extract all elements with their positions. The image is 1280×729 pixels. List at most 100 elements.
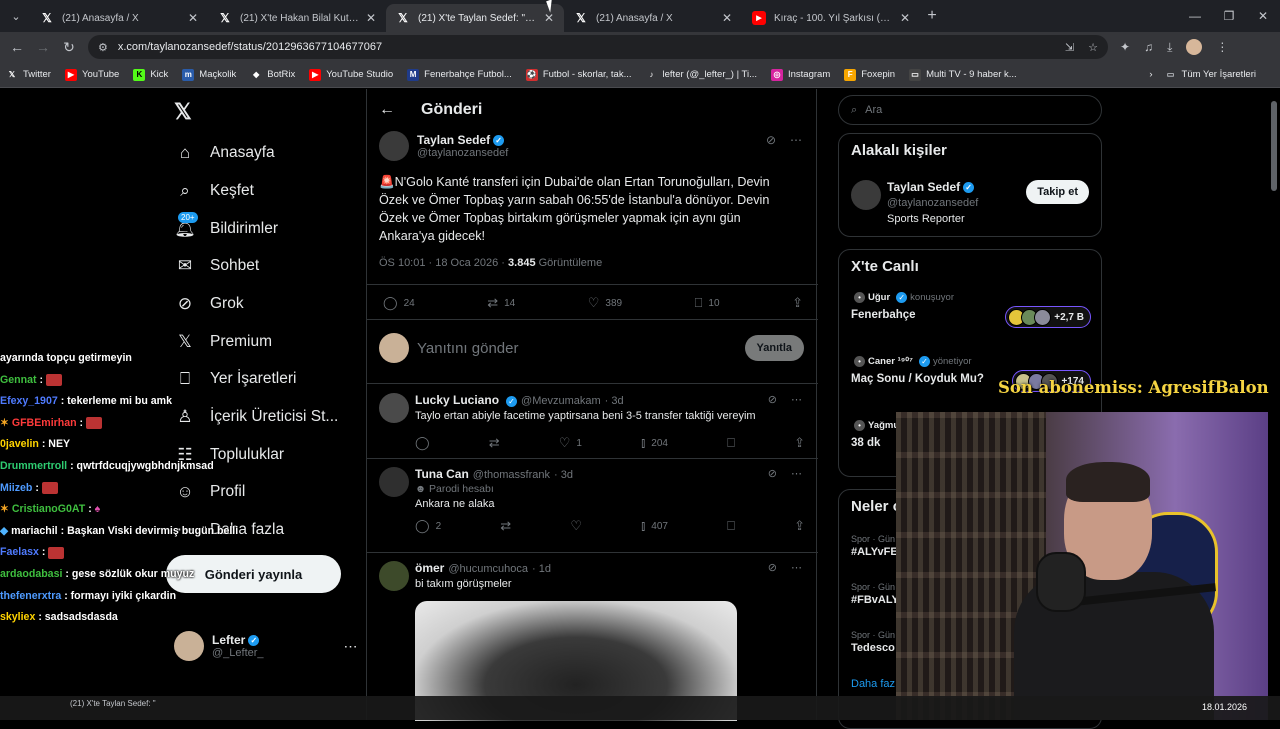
bookmark-button[interactable]: ⎕ 10 [695,295,720,311]
avatar[interactable] [379,131,409,161]
reply-item[interactable]: Lucky Luciano ✓ @Mevzumakam · 3d ⊘ ⋯ Taylo e… [379,393,805,450]
bookmark-button[interactable]: ⎕ [727,518,735,534]
repost-button[interactable]: ⇄ 14 [487,295,515,311]
share-button[interactable]: ⇪ [794,518,805,534]
bookmark-item[interactable]: ◆ BotRix [250,69,295,81]
extensions-icon[interactable]: ✦ [1120,40,1130,54]
search-input[interactable]: ⌕ Ara [838,95,1102,125]
reply-author[interactable]: Tuna Can [415,467,469,481]
avatar[interactable] [851,180,881,210]
media-control-icon[interactable]: ♫ [1144,40,1153,54]
nav-home[interactable]: ⌂ Anasayfa [174,138,275,168]
grok-icon[interactable]: ⊘ [768,561,777,574]
nav-explore[interactable]: ⌕ Keşfet [174,176,254,206]
bookmark-item[interactable]: ⚽ Futbol - skorlar, tak... [525,68,632,81]
more-icon[interactable]: ⋯ [344,638,358,655]
nav-chat[interactable]: ✉ Sohbet [174,251,259,281]
tweet-time[interactable]: ÖS 10:01 · 18 Oca 2026 · [379,257,508,269]
reply-button[interactable]: ◯ [415,435,430,451]
close-icon[interactable]: ✕ [722,11,732,25]
tab-0[interactable]: 𝕏 (21) Anasayfa / X ✕ [30,4,208,32]
bookmark-item[interactable]: M Fenerbahçe Futbol... [407,68,512,81]
show-more-link[interactable]: Daha faz [851,678,895,690]
share-button[interactable]: ⇪ [794,435,805,451]
trend-item[interactable]: Spor · Gün Tedesco [851,630,895,654]
follow-button[interactable]: Takip et [1026,180,1089,204]
reply-submit-button[interactable]: Yanıtla [744,335,804,361]
like-button[interactable]: ♡ 1 [559,435,582,451]
avatar[interactable] [379,561,409,591]
chevron-right-icon[interactable]: › [1149,69,1152,80]
bookmark-item[interactable]: 𝕏 Twitter [6,69,51,81]
like-button[interactable]: ♡ [570,518,582,534]
tab-1[interactable]: 𝕏 (21) X'te Hakan Bilal Kutlualp: " ✕ [208,4,386,32]
views-button[interactable]: ⫾ 204 [641,435,668,451]
restore-icon[interactable]: ❐ [1212,9,1246,23]
bookmark-item[interactable]: F Foxepin [844,68,895,81]
grok-icon[interactable]: ⊘ [766,133,776,147]
nav-grok[interactable]: ⊘ Grok [174,289,244,319]
live-listeners-pill[interactable]: +2,7 B [1005,306,1091,328]
live-item[interactable]: • Uğur ✓ konuşuyor Fenerbahçe +2,7 B [851,292,1091,328]
tab-3[interactable]: 𝕏 (21) Anasayfa / X ✕ [564,4,742,32]
grok-icon[interactable]: ⊘ [768,467,777,480]
more-icon[interactable]: ⋯ [791,467,802,480]
reply-item[interactable]: ömer @hucumcuhoca · 1d ⊘ ⋯ bi takım görüşme… [379,561,804,592]
reply-item[interactable]: Tuna Can @thomassfrank · 3d ⊘ ⋯ ☻ Parodi he… [379,467,805,533]
trend-item[interactable]: Spor · Gün #FBvALY [851,582,899,606]
reply-author[interactable]: Lucky Luciano [415,393,499,407]
reply-author[interactable]: ömer [415,561,444,575]
more-icon[interactable]: ⋯ [791,561,802,574]
views-button[interactable]: ⫾ 407 [641,518,668,534]
bookmark-button[interactable]: ⎕ [727,435,735,451]
back-arrow-icon[interactable]: ← [367,101,407,119]
site-info-icon[interactable]: ⚙ [98,41,108,54]
repost-button[interactable]: ⇄ [489,435,500,451]
star-icon[interactable]: ☆ [1088,41,1098,54]
page-scrollbar[interactable] [1268,89,1280,720]
all-bookmarks-folder[interactable]: ▭ Tüm Yer İşaretleri [1165,69,1256,81]
person-name[interactable]: Taylan Sedef [887,180,960,194]
bookmark-item[interactable]: ▶ YouTube [64,68,119,81]
tab-search-button[interactable]: ⌄ [2,4,30,28]
tab-2[interactable]: 𝕏 (21) X'te Taylan Sedef: "🚨N'Go ✕ [386,4,564,32]
scrollbar-thumb[interactable] [1271,101,1277,191]
install-app-icon[interactable]: ⇲ [1065,41,1074,54]
bookmark-item[interactable]: m Maçkolik [182,68,236,81]
bookmark-item[interactable]: ◎ Instagram [771,68,830,81]
x-logo-icon[interactable]: 𝕏 [174,99,192,125]
close-icon[interactable]: ✕ [366,11,376,25]
bookmark-item[interactable]: ▶ YouTube Studio [309,68,393,81]
back-icon[interactable]: ← [4,39,30,55]
profile-avatar[interactable] [1186,39,1203,55]
close-icon[interactable]: ✕ [900,11,910,25]
reply-button[interactable]: ◯ 24 [383,295,415,311]
downloads-icon[interactable]: ⤓ [1167,40,1172,55]
forward-icon[interactable]: → [30,39,56,55]
bookmark-item[interactable]: K Kick [133,68,168,81]
address-bar[interactable]: ⚙ x.com/taylanozansedef/status/201296367… [88,35,1108,59]
minimize-icon[interactable]: — [1178,9,1212,23]
like-button[interactable]: ♡ 389 [588,295,622,311]
account-switcher[interactable]: Lefter ✓ @_Lefter_ ⋯ [174,631,358,661]
close-icon[interactable]: ✕ [544,11,554,25]
more-icon[interactable]: ⋯ [791,393,802,406]
tab-4[interactable]: ▶ Kıraç - 100. Yıl Şarkısı (Official V ✕ [742,4,920,32]
more-icon[interactable]: ⋯ [790,133,802,147]
close-icon[interactable]: ✕ [188,11,198,25]
share-button[interactable]: ⇪ [792,295,803,311]
avatar[interactable] [379,467,409,497]
reply-button[interactable]: ◯ 2 [415,518,441,534]
taskbar-window-label[interactable]: (21) X'te Taylan Sedef: " [70,699,156,708]
nav-notifications[interactable]: 🔔︎ 20+ Bildirimler [174,212,278,244]
reload-icon[interactable]: ↻ [56,39,82,56]
grok-icon[interactable]: ⊘ [768,393,777,406]
close-window-icon[interactable]: ✕ [1246,9,1280,23]
trend-item[interactable]: Spor · Gün #ALYvFE [851,534,898,558]
avatar[interactable] [379,393,409,423]
tweet-author[interactable]: Taylan Sedef ✓ @taylanozansedef [379,131,508,161]
new-tab-button[interactable]: + [920,7,944,25]
menu-icon[interactable]: ⋮ [1216,40,1228,54]
bookmark-item[interactable]: ▭ Multi TV - 9 haber k... [909,68,1017,81]
bookmark-item[interactable]: ♪ lefter (@_lefter_) | Ti... [646,69,757,81]
